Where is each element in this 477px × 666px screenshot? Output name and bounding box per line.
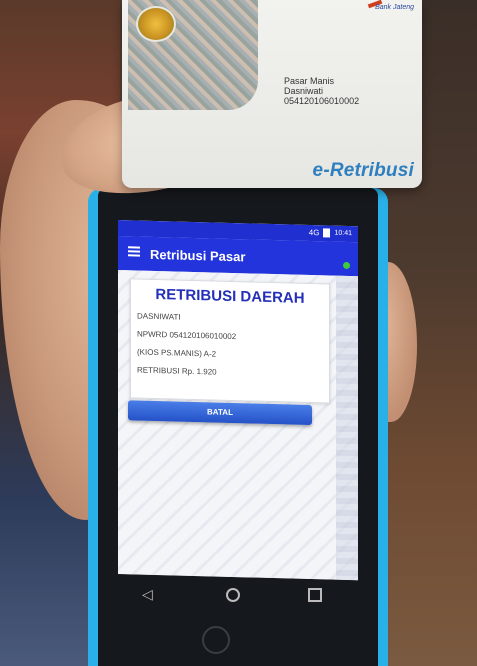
kiosk-location: (KIOS PS.MANIS) A-2 [137,347,217,359]
card-holder-name: Dasniwati [284,86,324,96]
cancel-button[interactable]: BATAL [128,400,312,426]
device-bezel: 4G 10:41 Retribusi Pasar RETRIBUSI DAERA… [98,188,378,666]
retribution-amount: RETRIBUSI Rp. 1.920 [137,365,217,377]
retribution-card: Bank Jateng Pasar Manis Dasniwati 054120… [122,0,422,188]
retribution-panel: RETRIBUSI DAERAH DASNIWATI NPWRD 0541201… [130,278,330,404]
main-content: RETRIBUSI DAERAH DASNIWATI NPWRD 0541201… [118,270,358,581]
card-holder-info: Pasar Manis Dasniwati 054120106010002 [284,76,359,106]
regional-emblem-icon [136,6,176,42]
card-holder-id: 054120106010002 [284,96,360,106]
home-icon[interactable] [226,588,240,602]
network-indicator: 4G [308,227,320,238]
card-market-name: Pasar Manis [284,76,335,86]
payment-device: 4G 10:41 Retribusi Pasar RETRIBUSI DAERA… [88,188,388,666]
android-nav-bar: ◁ [118,580,358,610]
card-brand: e-Retribusi [312,160,414,181]
status-time: 10:41 [334,229,352,238]
photo-scene: 4G 10:41 Retribusi Pasar RETRIBUSI DAERA… [0,0,477,666]
status-indicators: 4G 10:41 [309,228,352,238]
payer-name: DASNIWATI [137,311,181,322]
recent-apps-icon[interactable] [308,588,322,602]
decorative-pattern [336,275,358,581]
bank-logo-text: Bank Jateng [375,4,414,11]
app-title: Retribusi Pasar [150,246,246,265]
device-screen: 4G 10:41 Retribusi Pasar RETRIBUSI DAERA… [118,220,358,581]
panel-title: RETRIBUSI DAERAH [155,285,305,307]
battery-icon [323,228,331,238]
back-icon[interactable]: ◁ [142,586,153,603]
menu-icon[interactable] [128,246,140,257]
online-status-icon [343,261,350,270]
hardware-home-key[interactable] [202,626,230,654]
npwrd-number: NPWRD 054120106010002 [137,329,237,342]
